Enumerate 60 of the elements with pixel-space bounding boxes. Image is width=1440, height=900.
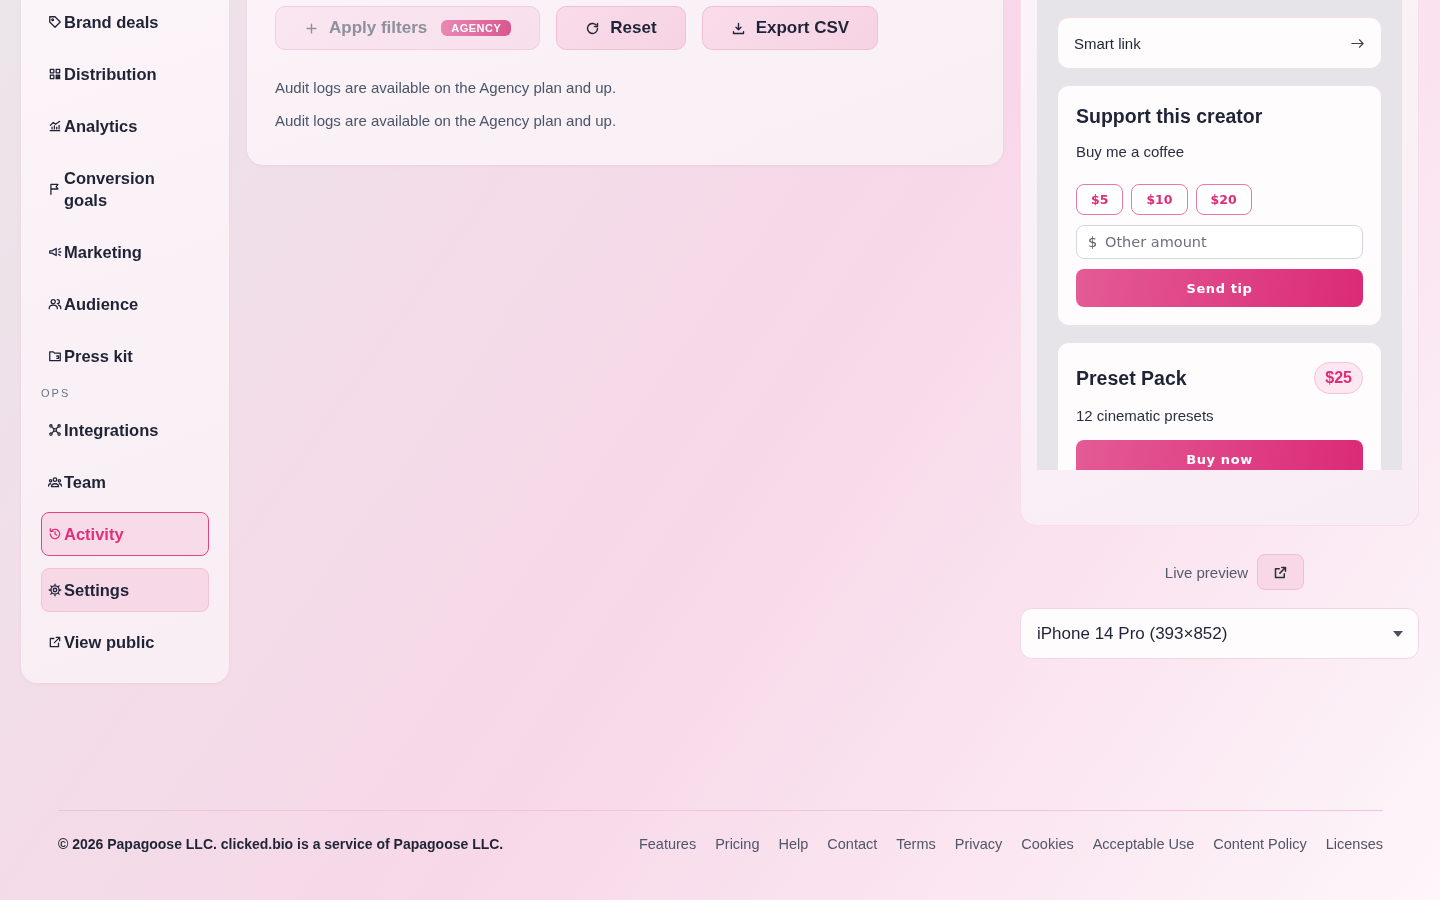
footer-link[interactable]: Pricing: [715, 834, 760, 854]
footer-link[interactable]: Features: [638, 834, 697, 854]
plan-badge: AGENCY: [441, 20, 512, 36]
amount-chip[interactable]: $10: [1131, 184, 1188, 215]
settings-icon: [48, 583, 62, 597]
sidebar-item[interactable]: View public: [41, 620, 209, 664]
product-description: 12 cinematic presets: [1076, 406, 1215, 426]
sidebar-item[interactable]: Analytics: [41, 104, 209, 148]
plus-icon: [304, 20, 319, 36]
folder-icon: [48, 349, 62, 363]
price-badge: $25: [1314, 362, 1363, 394]
notice-text: Audit logs are available on the Agency plan and up.: [275, 111, 618, 131]
sidebar-item[interactable]: Settings: [41, 568, 209, 612]
external-link-icon: [48, 635, 62, 649]
amount-chip[interactable]: $5: [1076, 184, 1124, 215]
sidebar-item[interactable]: Brand deals: [41, 0, 209, 44]
megaphone-icon: [48, 245, 62, 259]
sidebar-item[interactable]: Distribution: [41, 52, 209, 96]
users-icon: [48, 297, 62, 311]
footer-link[interactable]: Licenses: [1325, 834, 1383, 854]
open-preview-button[interactable]: [1257, 554, 1305, 590]
sidebar-item[interactable]: Audience: [41, 282, 209, 326]
group-icon: [48, 475, 62, 489]
product-title: Preset Pack: [1076, 366, 1187, 391]
download-icon: [730, 20, 746, 36]
send-tip-button[interactable]: Send tip: [1076, 269, 1363, 307]
card-title: Support this creator: [1076, 104, 1264, 129]
sidebar-item[interactable]: Press kit: [41, 334, 209, 378]
device-select[interactable]: iPhone 14 Pro (393×852): [1020, 608, 1419, 659]
footer-link[interactable]: Acceptable Use: [1092, 834, 1195, 854]
amount-chip[interactable]: $20: [1195, 184, 1252, 215]
notice-text: Audit logs are available on the Agency plan and up.: [275, 78, 618, 98]
sidebar-item[interactable]: Marketing: [41, 230, 209, 274]
footer-link[interactable]: Help: [778, 834, 809, 854]
footer-link[interactable]: Cookies: [1021, 834, 1074, 854]
history-icon: [48, 527, 62, 541]
sidebar-section-heading: OPS: [41, 386, 72, 400]
card-subtitle: Buy me a coffee: [1076, 142, 1186, 162]
live-preview-label: Live preview: [1164, 563, 1249, 581]
footer-link[interactable]: Contact: [827, 834, 878, 854]
external-link-icon: [1273, 564, 1289, 580]
refresh-icon: [585, 20, 601, 36]
footer-link[interactable]: Terms: [896, 834, 936, 854]
export-csv-button[interactable]: Export CSV: [701, 6, 879, 50]
copyright-text: © 2026 Papagoose LLC. clicked.bio is a service of Papagoose LLC.: [58, 835, 504, 854]
nodes-icon: [48, 423, 62, 437]
sidebar-item[interactable]: Conversion goals: [41, 156, 209, 222]
reset-button[interactable]: Reset: [556, 6, 686, 50]
bar-chart-icon: [48, 119, 62, 133]
qr-code-icon: [48, 67, 62, 81]
caret-icon: [1393, 630, 1403, 637]
sidebar-item[interactable]: Integrations: [41, 408, 209, 452]
sidebar-item[interactable]: Team: [41, 460, 209, 504]
tag-icon: [48, 15, 62, 29]
buy-now-button[interactable]: Buy now: [1076, 440, 1363, 470]
footer-link[interactable]: Content Policy: [1213, 834, 1307, 854]
footer-link[interactable]: Privacy: [954, 834, 1003, 854]
smart-link-button[interactable]: Smart link: [1057, 17, 1382, 69]
currency-symbol: $: [1088, 233, 1098, 251]
flag-icon: [48, 182, 62, 196]
